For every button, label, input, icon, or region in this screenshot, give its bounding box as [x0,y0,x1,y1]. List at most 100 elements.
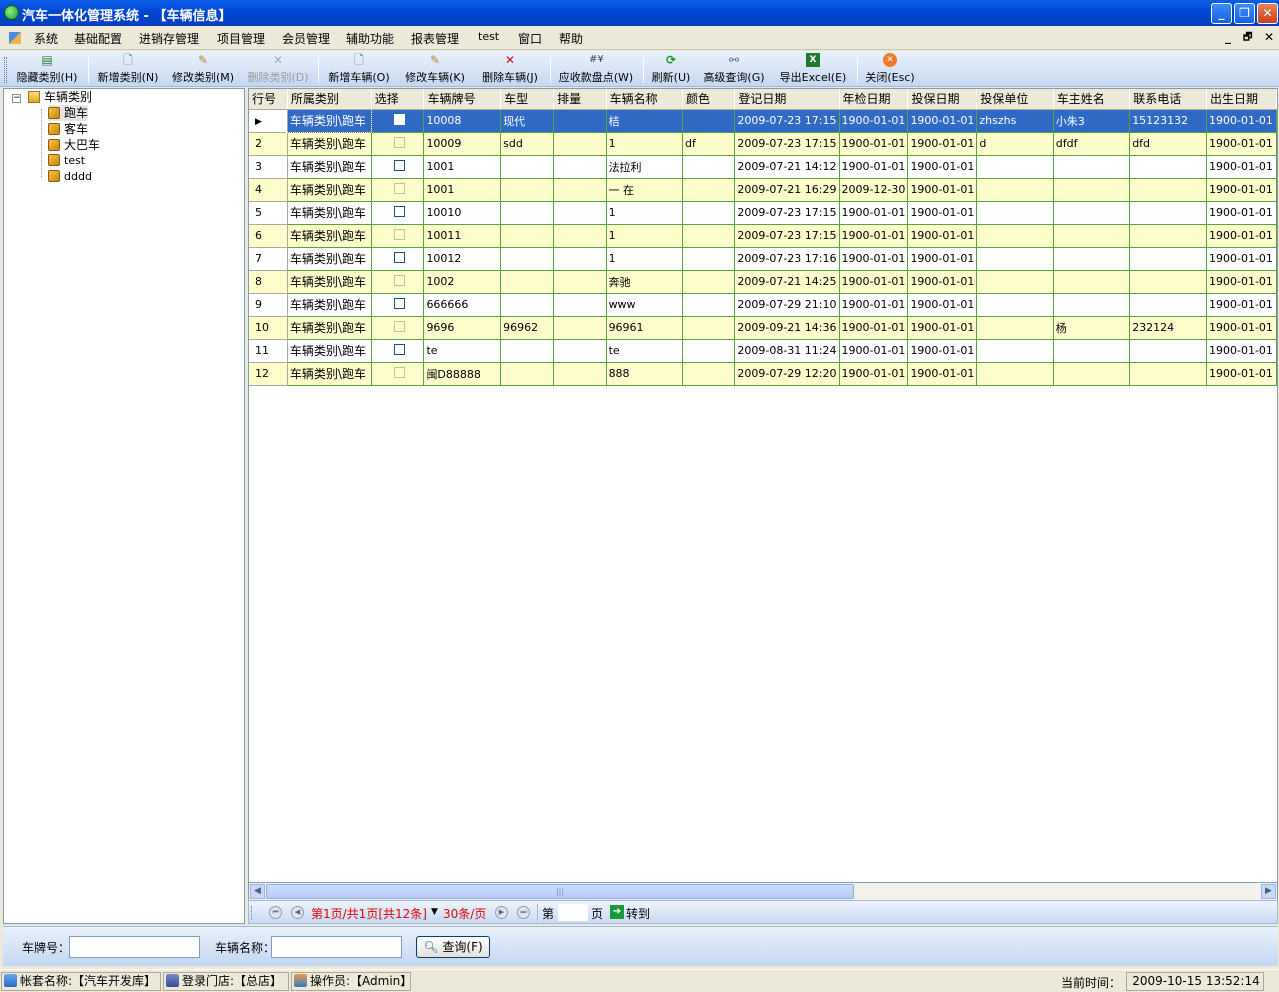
table-cell[interactable] [682,109,736,133]
column-header[interactable]: 选择 [371,89,425,110]
table-cell[interactable]: 闽D88888 [423,362,502,386]
table-cell[interactable]: 10009 [423,132,502,156]
table-cell[interactable]: www [606,293,683,317]
table-cell[interactable] [1129,201,1207,225]
table-cell[interactable]: 10012 [423,247,502,271]
tree-item-coach[interactable]: 客车 [48,121,88,137]
column-header[interactable]: 排量 [553,89,607,110]
hide-category-button[interactable]: ▤ 隐藏类别(H) [13,53,81,85]
first-page-icon[interactable]: ⏮ [269,906,282,919]
tree-item-dddd[interactable]: dddd [48,169,92,185]
cell-category[interactable]: 车辆类别\跑车 [287,132,372,156]
table-cell[interactable] [553,224,607,248]
table-cell[interactable] [1129,247,1207,271]
table-cell[interactable]: 10008 [423,109,502,133]
row-checkbox[interactable] [393,183,405,194]
table-cell[interactable] [976,224,1054,248]
row-header[interactable]: 10 [249,316,288,340]
table-cell[interactable]: dfd [1129,132,1207,156]
table-cell[interactable]: zhszhs [976,109,1054,133]
select-cell[interactable] [371,132,425,156]
mdi-minimize-button[interactable]: _ [1225,30,1231,44]
table-cell[interactable] [976,178,1054,202]
cell-category[interactable]: 车辆类别\跑车 [287,270,372,294]
last-page-icon[interactable]: ⏭ [517,906,530,919]
table-cell[interactable]: 1 [606,201,683,225]
mdi-close-button[interactable]: ✕ [1264,30,1274,44]
table-cell[interactable]: 一 在 [606,178,683,202]
table-cell[interactable] [682,362,736,386]
select-cell[interactable] [371,109,425,133]
row-header[interactable]: 7 [249,247,288,271]
row-header[interactable]: 2 [249,132,288,156]
menu-test[interactable]: test [478,30,499,43]
select-cell[interactable] [371,362,425,386]
select-cell[interactable] [371,316,425,340]
table-cell[interactable]: 15123132 [1129,109,1207,133]
table-cell[interactable] [1129,178,1207,202]
table-cell[interactable]: te [606,339,683,363]
table-cell[interactable]: 2009-07-29 12:20 [734,362,840,386]
cell-category[interactable]: 车辆类别\跑车 [287,316,372,340]
column-header[interactable]: 车主姓名 [1053,89,1131,110]
table-cell[interactable]: 1900-01-01 [1206,155,1277,179]
edit-category-button[interactable]: ✎ 修改类别(M) [168,53,238,85]
table-row[interactable]: ▶ 车辆类别\跑车 10008 现代桔 2009-07-23 17:15 1900-01-… [249,108,1277,133]
table-cell[interactable] [1053,270,1131,294]
page-size[interactable]: 30条/页 [443,905,486,922]
goto-button[interactable]: 转到 [626,905,650,922]
table-cell[interactable]: 1 [606,224,683,248]
select-cell[interactable] [371,155,425,179]
delete-vehicle-button[interactable]: ✕ 删除车辆(J) [474,53,546,85]
cell-category[interactable]: 车辆类别\跑车 [287,339,372,363]
table-cell[interactable]: 96961 [606,316,683,340]
mdi-window-icon[interactable] [9,32,21,44]
table-cell[interactable] [1053,178,1131,202]
column-header[interactable]: 车辆牌号 [423,89,502,110]
row-header[interactable]: 9 [249,293,288,317]
table-cell[interactable] [1129,224,1207,248]
table-row[interactable]: 4 车辆类别\跑车 1001 一 在 2009-07-21 16:29 2009-12-3… [249,178,1277,202]
row-header[interactable]: 11 [249,339,288,363]
table-cell[interactable]: sdd [500,132,555,156]
table-cell[interactable]: dfdf [1053,132,1131,156]
table-cell[interactable] [1129,293,1207,317]
new-vehicle-button[interactable]: 🗋 新增车辆(O) [323,53,395,85]
table-cell[interactable]: 1900-01-01 [907,132,978,156]
table-cell[interactable]: d [976,132,1054,156]
tree-item-bus[interactable]: 大巴车 [48,137,100,153]
refresh-button[interactable]: ⟳ 刷新(U) [648,53,694,85]
table-cell[interactable]: 2009-07-23 17:15 [734,109,840,133]
table-cell[interactable]: 1900-01-01 [839,293,909,317]
table-cell[interactable]: 1900-01-01 [907,155,978,179]
close-button[interactable]: ✕ [1257,3,1278,24]
table-cell[interactable] [682,224,736,248]
table-cell[interactable]: 现代 [500,109,555,133]
column-header[interactable]: 登记日期 [734,89,840,110]
table-cell[interactable] [553,362,607,386]
scroll-thumb[interactable]: ||| [266,884,854,899]
table-cell[interactable] [1129,155,1207,179]
table-cell[interactable]: 1900-01-01 [839,316,909,340]
table-cell[interactable] [553,247,607,271]
table-cell[interactable]: 1900-01-01 [839,339,909,363]
table-cell[interactable] [976,201,1054,225]
table-cell[interactable] [500,201,555,225]
table-cell[interactable] [1053,293,1131,317]
row-checkbox[interactable] [393,114,405,125]
table-cell[interactable]: 2009-07-21 14:25 [734,270,840,294]
plate-input[interactable] [69,936,200,958]
table-cell[interactable]: 1900-01-01 [907,178,978,202]
menu-basic-config[interactable]: 基础配置 [74,30,122,47]
table-cell[interactable] [500,155,555,179]
row-header[interactable]: 6 [249,224,288,248]
row-header[interactable]: 12 [249,362,288,386]
table-cell[interactable]: 1900-01-01 [1206,201,1277,225]
scroll-left-arrow-icon[interactable]: ◀ [250,884,265,899]
table-cell[interactable] [553,293,607,317]
table-cell[interactable] [1129,270,1207,294]
column-header[interactable]: 所属类别 [287,89,372,110]
table-cell[interactable]: 1900-01-01 [839,132,909,156]
cell-category[interactable]: 车辆类别\跑车 [287,362,372,386]
menu-project[interactable]: 项目管理 [217,30,265,47]
